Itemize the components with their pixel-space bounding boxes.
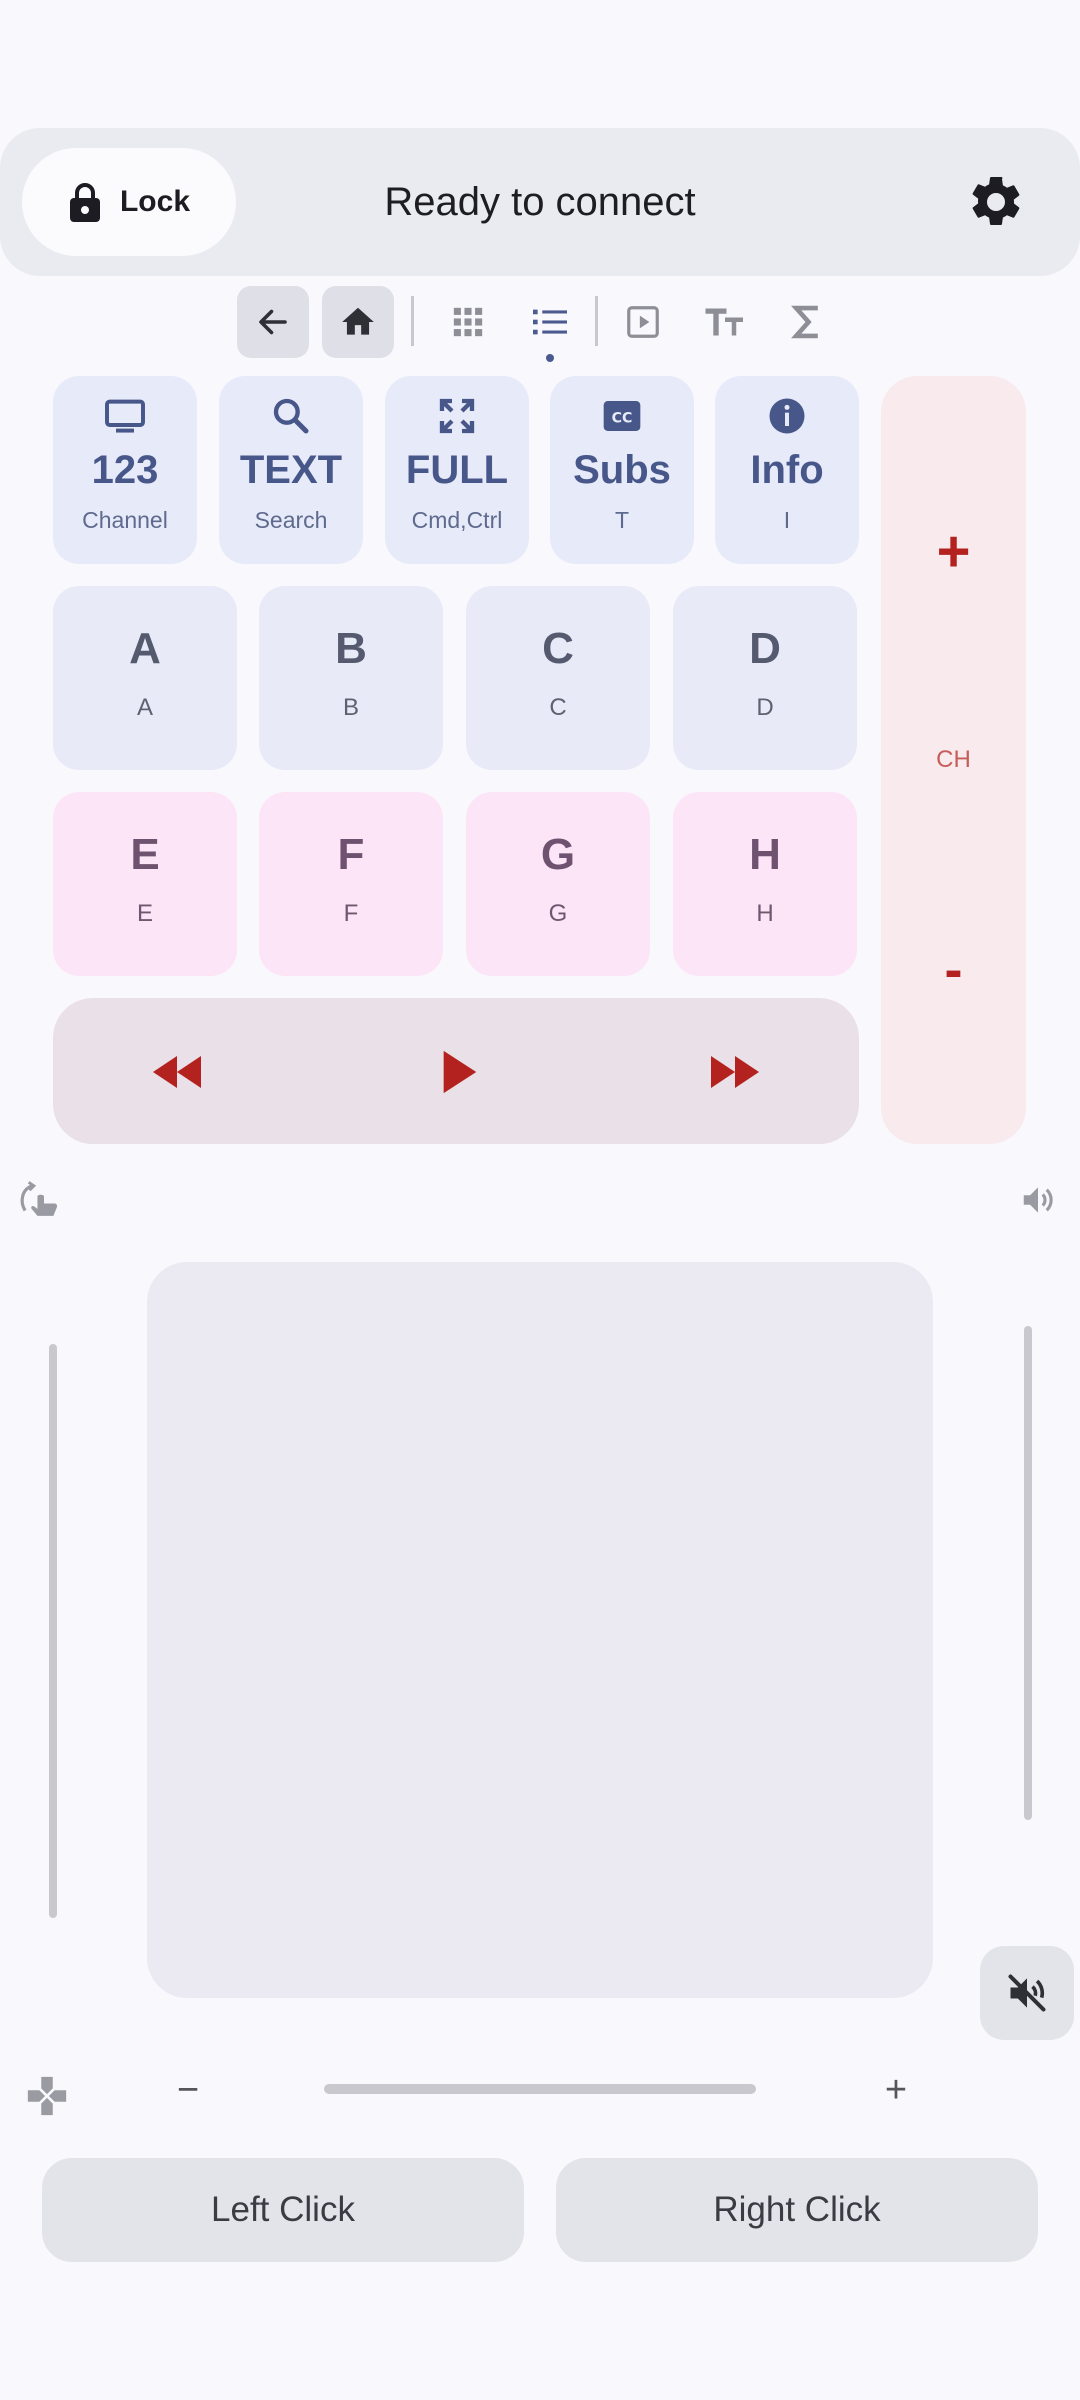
cc-icon: CC [603,401,641,431]
volume-off-icon [1008,1974,1046,2012]
gesture-mode-button[interactable] [15,1174,67,1226]
home-icon [342,307,374,335]
key-label: Info [750,448,824,492]
key-sublabel: Search [254,507,328,533]
key-g[interactable]: G G [466,792,650,976]
fullscreen-icon [439,398,475,434]
horizontal-scroll-strip[interactable] [49,1344,57,1918]
key-label: A [129,624,161,673]
key-sublabel: T [614,507,630,533]
key-label: C [542,624,574,673]
grid-icon [453,307,483,337]
key-a[interactable]: A A [53,586,237,770]
svg-text:CC: CC [612,411,633,427]
channel-down-button[interactable]: - [881,930,1026,1010]
mute-button[interactable] [980,1946,1074,2040]
touchpad[interactable] [147,1262,933,1998]
back-button[interactable] [237,286,309,358]
play-box-icon [627,306,659,338]
key-fullscreen[interactable]: FULL Cmd,Ctrl [385,376,529,564]
key-label: B [335,624,367,673]
key-label: H [749,830,781,879]
tab-grid[interactable] [432,286,504,358]
key-sublabel: D [756,694,774,721]
key-label: G [540,830,576,879]
key-sublabel: Channel [82,507,168,533]
lock-icon [69,183,100,222]
key-label: E [130,830,160,879]
info-icon [769,398,805,434]
key-info[interactable]: Info I [715,376,859,564]
back-arrow-icon [259,309,287,335]
key-text-search[interactable]: TEXT Search [219,376,363,564]
channel-label: CH [936,746,971,773]
key-sublabel: G [548,900,568,927]
tab-text[interactable] [689,286,761,358]
tab-list[interactable] [514,286,586,358]
gamepad-button[interactable] [21,2070,73,2122]
key-subtitles[interactable]: CC Subs T [550,376,694,564]
key-sublabel: B [342,694,359,721]
right-click-button[interactable]: Right Click [556,2158,1038,2262]
key-e[interactable]: E E [53,792,237,976]
volume-button[interactable] [1012,1174,1064,1226]
toolbar-divider [595,296,598,346]
key-label: TEXT [239,448,343,492]
play-button[interactable] [414,1030,504,1114]
text-size-icon [705,308,743,336]
key-channel[interactable]: 123 Channel [53,376,197,564]
key-label: D [749,624,781,673]
fast-forward-button[interactable] [690,1030,780,1114]
sigma-icon [791,305,818,339]
search-icon [273,398,309,434]
tab-media[interactable] [607,286,679,358]
fast-forward-icon [711,1056,759,1088]
list-icon [533,309,567,335]
home-button[interactable] [322,286,394,358]
key-h[interactable]: H H [673,792,857,976]
active-page-indicator [546,354,554,362]
key-label: Subs [573,448,671,492]
lock-button[interactable]: Lock [22,148,236,256]
key-sublabel: I [783,507,791,533]
sensitivity-decrease-button[interactable]: − [166,2062,210,2118]
left-click-button[interactable]: Left Click [42,2158,524,2262]
rewind-icon [153,1056,201,1088]
toolbar-divider [411,296,414,346]
key-label: F [337,830,365,879]
key-sublabel: H [756,900,774,927]
key-sublabel: F [343,900,359,927]
tab-sum[interactable] [771,286,843,358]
volume-icon [1023,1187,1053,1213]
key-label: FULL [405,448,509,492]
play-icon [443,1050,477,1094]
connection-status: Ready to connect [384,180,696,224]
key-f[interactable]: F F [259,792,443,976]
tv-icon [105,399,145,433]
key-sublabel: A [136,694,153,721]
rewind-button[interactable] [132,1030,222,1114]
settings-button[interactable] [966,172,1026,232]
key-label: 123 [91,448,159,492]
key-c[interactable]: C C [466,586,650,770]
lock-label: Lock [119,185,191,218]
key-d[interactable]: D D [673,586,857,770]
sensitivity-increase-button[interactable]: + [874,2062,918,2118]
channel-up-button[interactable]: + [881,512,1026,592]
gear-icon [972,176,1020,225]
sensitivity-slider[interactable] [324,2084,756,2094]
gamepad-icon [27,2076,67,2116]
key-b[interactable]: B B [259,586,443,770]
key-sublabel: C [549,694,567,721]
key-sublabel: Cmd,Ctrl [411,507,503,533]
key-sublabel: E [136,900,153,927]
vertical-scroll-strip[interactable] [1024,1326,1032,1820]
touch-rotate-icon [20,1181,58,1216]
